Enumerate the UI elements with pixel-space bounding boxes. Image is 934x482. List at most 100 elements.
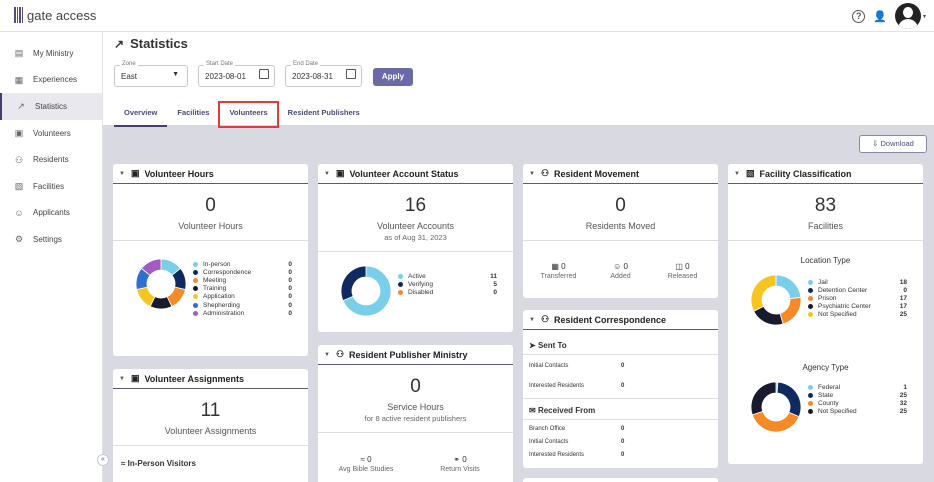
sidebar-item-label: Settings xyxy=(33,234,62,244)
legend-value: 17 xyxy=(899,294,907,302)
legend-label: Verifying xyxy=(408,280,433,288)
added-stat: ☺ 0 Added xyxy=(593,262,648,280)
legend-row: Verifying 5 xyxy=(398,280,497,288)
legend-value: 0 xyxy=(288,268,292,276)
legend-swatch xyxy=(808,312,813,318)
legend-value: 1 xyxy=(903,383,907,391)
sidebar-item-residents[interactable]: ⚇ Residents xyxy=(0,146,102,173)
card-header[interactable]: ▼ ▣ Volunteer Assignments xyxy=(113,369,308,389)
volunteer-assignments-value: 11 xyxy=(200,400,221,421)
chevron-down-icon: ▼ xyxy=(119,375,125,382)
sidebar: ▤ My Ministry ▦ Experiences ↗ Statistics ▣ V… xyxy=(0,32,103,482)
start-date-label: Start Date xyxy=(204,61,236,67)
divider xyxy=(318,251,513,252)
user-switch-icon[interactable]: 👤 xyxy=(873,10,887,23)
calendar-icon[interactable] xyxy=(346,69,356,79)
collapse-sidebar-button[interactable]: « xyxy=(97,454,109,466)
sidebar-item-experiences[interactable]: ▦ Experiences xyxy=(0,67,102,94)
legend-label: Shepherding xyxy=(203,301,240,309)
mail-icon: ✉ xyxy=(529,406,538,415)
sidebar-item-my-ministry[interactable]: ▤ My Ministry xyxy=(0,40,102,67)
sidebar-item-volunteers[interactable]: ▣ Volunteers xyxy=(0,120,102,147)
sidebar-item-label: My Ministry xyxy=(33,48,74,58)
legend-label: Detention Center xyxy=(818,286,868,294)
start-date-field[interactable]: Start Date 2023-08-01 xyxy=(198,61,275,87)
service-hours-value: 0 xyxy=(410,376,421,397)
card-header[interactable]: ▼ ⚇ Resident Publisher Ministry xyxy=(318,345,513,365)
tab-resident-publishers[interactable]: Resident Publishers xyxy=(278,102,370,127)
chevron-down-icon: ▼ xyxy=(172,71,179,78)
donut-slice xyxy=(751,410,800,433)
legend-value: 0 xyxy=(288,285,292,293)
list-item: Interested Residents 0 xyxy=(529,383,649,389)
card-header[interactable]: ▼ ▣ Volunteer Account Status xyxy=(318,164,513,184)
sidebar-item-label: Experiences xyxy=(33,75,78,85)
legend-value: 0 xyxy=(903,286,907,294)
legend-row: In-person 0 xyxy=(193,260,292,268)
download-button[interactable]: ⇩ Download xyxy=(859,135,927,153)
stat-value: 0 xyxy=(623,262,628,271)
stat-value: 0 xyxy=(462,455,467,464)
legend-swatch xyxy=(808,400,813,406)
row-label: Initial Contacts xyxy=(529,363,569,369)
calendar-icon[interactable] xyxy=(259,69,269,79)
card-header[interactable]: ▼ ⚇ Resident Correspondence xyxy=(523,310,718,330)
avatar[interactable] xyxy=(894,3,921,29)
list-item: Interested Residents 0 xyxy=(529,452,649,458)
divider xyxy=(113,445,308,446)
legend-row: Prison 17 xyxy=(808,294,907,302)
end-date-field[interactable]: End Date 2023-08-31 xyxy=(285,61,362,87)
logo-text: gate access xyxy=(27,7,97,23)
card-title: Resident Publisher Ministry xyxy=(349,349,468,360)
sent-to-title: ➤ Sent To xyxy=(529,341,567,350)
service-hours-label: Service Hours xyxy=(387,402,444,412)
zone-label: Zone xyxy=(120,61,138,67)
card-title: Resident Movement xyxy=(554,168,640,179)
card-header[interactable]: ▼ ▣ Volunteer Hours xyxy=(113,164,308,184)
stat-value: 0 xyxy=(367,455,372,464)
sidebar-item-statistics[interactable]: ↗ Statistics xyxy=(0,93,102,120)
section-title-text: Sent To xyxy=(537,341,567,350)
zone-select[interactable]: Zone East ▼ xyxy=(114,61,188,87)
card-title: Volunteer Assignments xyxy=(144,373,244,384)
legend-value: 25 xyxy=(899,311,907,319)
chevron-down-icon[interactable]: ▾ xyxy=(923,13,926,20)
app-logo[interactable]: gate access xyxy=(14,7,96,23)
legend-label: Correspondence xyxy=(203,268,252,276)
card-header[interactable]: ▼ ⚇ Resident Movement xyxy=(523,164,718,184)
legend-swatch xyxy=(808,295,813,301)
sidebar-item-applicants[interactable]: ☺ Applicants xyxy=(0,200,102,227)
residents-moved-label: Residents Moved xyxy=(585,221,656,231)
volunteer-hours-legend: In-person 0 Correspondence 0 Meeting 0 Trainin… xyxy=(193,260,292,317)
legend-swatch xyxy=(193,261,198,267)
avg-bible-studies-stat: ≈ 0 Avg Bible Studies xyxy=(336,455,396,473)
facilities-icon: ▧ xyxy=(14,181,24,192)
agency-type-donut xyxy=(750,381,802,433)
chevron-down-icon: ▼ xyxy=(529,316,535,323)
legend-row: Not Specified 25 xyxy=(808,408,907,416)
tab-bar: Overview Facilities Volunteers Resident … xyxy=(114,101,370,128)
download-label: Download xyxy=(880,139,914,148)
legend-row: Active 11 xyxy=(398,272,497,280)
legend-row: Meeting 0 xyxy=(193,276,292,284)
tab-facilities[interactable]: Facilities xyxy=(167,102,219,127)
sidebar-item-facilities[interactable]: ▧ Facilities xyxy=(0,173,102,200)
badge-icon: ▣ xyxy=(335,168,345,178)
logo-mark xyxy=(14,7,23,23)
list-item: Initial Contacts 0 xyxy=(529,439,649,445)
main-content: ↗ Statistics Zone East ▼ Start Date 2023… xyxy=(103,32,934,482)
apply-button[interactable]: Apply xyxy=(373,68,413,86)
page-header: ↗ Statistics Zone East ▼ Start Date 2023… xyxy=(103,32,934,128)
legend-swatch xyxy=(398,281,403,287)
tab-volunteers[interactable]: Volunteers xyxy=(218,101,279,128)
volunteer-hours-card: ▼ ▣ Volunteer Hours 0 Volunteer Hours In-p… xyxy=(113,164,308,356)
legend-value: 25 xyxy=(899,391,907,399)
card-header[interactable]: ▼ ▧ Facility Classification xyxy=(728,164,923,184)
tab-overview[interactable]: Overview xyxy=(114,102,168,127)
help-icon[interactable]: ? xyxy=(852,9,866,23)
legend-label: Disabled xyxy=(408,288,434,296)
row-value: 0 xyxy=(621,439,625,445)
sidebar-item-label: Residents xyxy=(33,155,69,165)
sidebar-item-settings[interactable]: ⚙ Settings xyxy=(0,226,102,253)
chevron-down-icon: ▼ xyxy=(529,170,535,177)
